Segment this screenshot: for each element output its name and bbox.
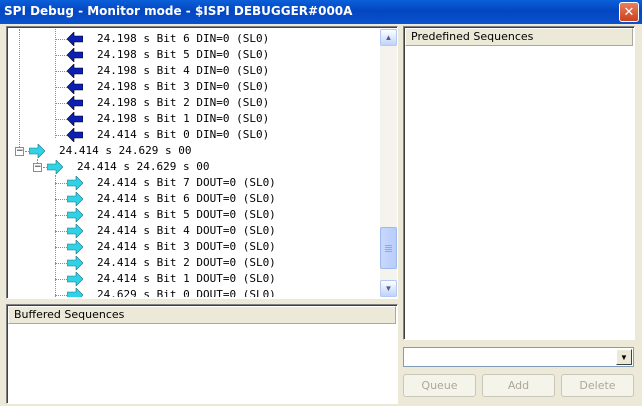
grip-line (385, 251, 392, 252)
tree-line (55, 247, 67, 248)
chevron-up-icon: ▲ (384, 33, 393, 42)
scroll-down-button[interactable]: ▼ (380, 280, 397, 297)
arrow-left-icon (67, 112, 83, 126)
arrow-right-icon (67, 240, 83, 254)
tree-item-label: 24.414 s Bit 0 DIN=0 (SL0) (97, 128, 270, 141)
window-title: SPI Debug - Monitor mode - $ISPI DEBUGGE… (4, 4, 353, 18)
tree-item-label: 24.414 s Bit 2 DOUT=0 (SL0) (97, 256, 276, 269)
arrow-left-icon (67, 96, 83, 110)
scroll-thumb[interactable] (380, 227, 397, 269)
tree-line (55, 87, 67, 88)
tree-line (55, 215, 67, 216)
arrow-right-icon (47, 160, 63, 174)
collapse-icon[interactable]: − (15, 147, 24, 156)
tree-item-label: 24.414 s Bit 1 DOUT=0 (SL0) (97, 272, 276, 285)
tree-item-label: 24.198 s Bit 5 DIN=0 (SL0) (97, 48, 270, 61)
tree-line (55, 279, 67, 280)
queue-button[interactable]: Queue (403, 374, 476, 397)
collapse-icon[interactable]: − (33, 163, 42, 172)
tree-line (55, 295, 67, 296)
arrow-right-icon (67, 272, 83, 286)
title-bar[interactable]: SPI Debug - Monitor mode - $ISPI DEBUGGE… (0, 0, 642, 24)
predefined-sequences-header: Predefined Sequences (405, 28, 633, 46)
arrow-right-icon (67, 192, 83, 206)
arrow-right-icon (67, 224, 83, 238)
add-button[interactable]: Add (482, 374, 555, 397)
close-icon: ✕ (623, 4, 635, 20)
arrow-right-icon (67, 288, 83, 297)
dropdown-arrow-button[interactable]: ▼ (616, 349, 632, 365)
tree-item[interactable]: 24.198 s Bit 2 DIN=0 (SL0) (9, 95, 379, 111)
tree-line (55, 183, 67, 184)
tree-group-node[interactable]: − 24.414 s 24.629 s 00 (9, 143, 379, 159)
arrow-left-icon (67, 48, 83, 62)
tree-item-label: 24.198 s Bit 3 DIN=0 (SL0) (97, 80, 270, 93)
tree-item-label: 24.629 s Bit 0 DOUT=0 (SL0) (97, 288, 276, 297)
chevron-down-icon: ▼ (384, 284, 393, 293)
tree-item[interactable]: 24.629 s Bit 0 DOUT=0 (SL0) (9, 287, 379, 297)
tree-item[interactable]: 24.414 s Bit 2 DOUT=0 (SL0) (9, 255, 379, 271)
tree-item-label: 24.198 s Bit 6 DIN=0 (SL0) (97, 32, 270, 45)
tree-item[interactable]: 24.414 s Bit 7 DOUT=0 (SL0) (9, 175, 379, 191)
delete-button[interactable]: Delete (561, 374, 634, 397)
tree-line (55, 231, 67, 232)
tree-line (55, 199, 67, 200)
tree-line (55, 71, 67, 72)
sequence-tree-panel: 24.198 s Bit 6 DIN=0 (SL0) 24.198 s Bit … (6, 26, 398, 299)
tree-item[interactable]: 24.198 s Bit 6 DIN=0 (SL0) (9, 31, 379, 47)
spi-debug-window: SPI Debug - Monitor mode - $ISPI DEBUGGE… (0, 0, 642, 406)
tree-item[interactable]: 24.414 s Bit 3 DOUT=0 (SL0) (9, 239, 379, 255)
tree-line (55, 103, 67, 104)
grip-line (385, 247, 392, 248)
tree-group-node[interactable]: − 24.414 s 24.629 s 00 (9, 159, 379, 175)
tree-item-label: 24.198 s Bit 1 DIN=0 (SL0) (97, 112, 270, 125)
tree-item-label: 24.414 s Bit 6 DOUT=0 (SL0) (97, 192, 276, 205)
tree-item-label: 24.198 s Bit 2 DIN=0 (SL0) (97, 96, 270, 109)
tree-item[interactable]: 24.198 s Bit 5 DIN=0 (SL0) (9, 47, 379, 63)
tree-item-label: 24.414 s Bit 3 DOUT=0 (SL0) (97, 240, 276, 253)
tree-item-label: 24.414 s 24.629 s 00 (77, 160, 210, 173)
tree-item[interactable]: 24.198 s Bit 1 DIN=0 (SL0) (9, 111, 379, 127)
tree-item[interactable]: 24.414 s Bit 1 DOUT=0 (SL0) (9, 271, 379, 287)
buffered-sequences-header: Buffered Sequences (8, 306, 396, 324)
close-button[interactable]: ✕ (619, 2, 639, 22)
buffered-sequences-panel[interactable]: Buffered Sequences (6, 304, 398, 404)
tree-item-label: 24.414 s Bit 4 DOUT=0 (SL0) (97, 224, 276, 237)
arrow-left-icon (67, 80, 83, 94)
arrow-left-icon (67, 64, 83, 78)
scroll-up-button[interactable]: ▲ (380, 29, 397, 46)
grip-line (385, 245, 392, 246)
tree-line (55, 119, 67, 120)
arrow-right-icon (67, 208, 83, 222)
tree-item[interactable]: 24.198 s Bit 4 DIN=0 (SL0) (9, 63, 379, 79)
tree-line (55, 39, 67, 40)
arrow-left-icon (67, 32, 83, 46)
tree-item[interactable]: 24.414 s Bit 5 DOUT=0 (SL0) (9, 207, 379, 223)
grip-line (385, 249, 392, 250)
arrow-right-icon (67, 256, 83, 270)
sequence-tree[interactable]: 24.198 s Bit 6 DIN=0 (SL0) 24.198 s Bit … (9, 29, 379, 297)
tree-item-label: 24.414 s 24.629 s 00 (59, 144, 192, 157)
arrow-right-icon (29, 144, 45, 158)
tree-line (55, 135, 67, 136)
tree-scrollbar[interactable]: ▲ ▼ (380, 29, 397, 297)
tree-item[interactable]: 24.414 s Bit 4 DOUT=0 (SL0) (9, 223, 379, 239)
tree-item-label: 24.414 s Bit 5 DOUT=0 (SL0) (97, 208, 276, 221)
tree-item[interactable]: 24.414 s Bit 0 DIN=0 (SL0) (9, 127, 379, 143)
tree-line (55, 55, 67, 56)
sequence-dropdown[interactable]: ▼ (403, 347, 634, 367)
chevron-down-icon: ▼ (620, 352, 628, 362)
arrow-right-icon (67, 176, 83, 190)
tree-item[interactable]: 24.414 s Bit 6 DOUT=0 (SL0) (9, 191, 379, 207)
tree-item-label: 24.198 s Bit 4 DIN=0 (SL0) (97, 64, 270, 77)
tree-item-label: 24.414 s Bit 7 DOUT=0 (SL0) (97, 176, 276, 189)
tree-item[interactable]: 24.198 s Bit 3 DIN=0 (SL0) (9, 79, 379, 95)
tree-line (55, 263, 67, 264)
predefined-sequences-panel[interactable]: Predefined Sequences (403, 26, 635, 340)
arrow-left-icon (67, 128, 83, 142)
